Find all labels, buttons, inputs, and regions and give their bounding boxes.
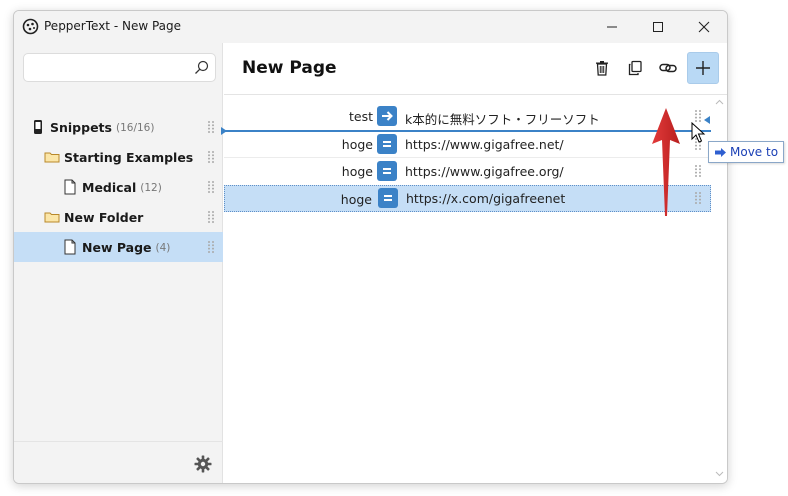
- drag-tooltip-label: Move to: [730, 145, 779, 159]
- folder-icon: [44, 209, 60, 225]
- drag-tooltip: Move to: [708, 141, 785, 163]
- minimize-button[interactable]: [589, 11, 635, 43]
- folder-icon: [44, 149, 60, 165]
- row-value[interactable]: https://x.com/gigafreenet: [406, 191, 565, 206]
- sidebar-item-count: (4): [155, 241, 171, 254]
- row-key: hoge: [341, 164, 373, 179]
- op-button[interactable]: [377, 134, 397, 154]
- sidebar-item-label: Medical: [82, 179, 137, 195]
- table-row[interactable]: test k本的に無料ソフト・フリーソフト: [224, 103, 711, 130]
- op-button[interactable]: [378, 188, 398, 208]
- op-button[interactable]: [377, 106, 397, 126]
- trash-icon: [596, 61, 608, 76]
- close-icon: [698, 21, 710, 33]
- op-button[interactable]: [377, 161, 397, 181]
- sidebar-item-snippets[interactable]: Snippets (16/16): [14, 112, 223, 142]
- sidebar-item-label: Starting Examples: [64, 149, 194, 165]
- delete-button[interactable]: [586, 52, 618, 84]
- mouse-cursor-icon: [691, 122, 706, 143]
- row-key: hoge: [341, 137, 373, 152]
- window-title: PepperText - New Page: [44, 19, 182, 33]
- equals-icon: [384, 195, 392, 201]
- row-value[interactable]: k本的に無料ソフト・フリーソフト: [405, 109, 600, 128]
- move-arrow-icon: [714, 147, 727, 158]
- table-row[interactable]: hoge https://www.gigafree.org/: [224, 158, 711, 185]
- sidebar-item-medical[interactable]: Medical (12): [14, 172, 223, 202]
- drag-handle-icon[interactable]: [207, 120, 215, 134]
- search-box[interactable]: [23, 53, 216, 82]
- page-icon: [62, 239, 78, 255]
- app-logo-icon: [22, 18, 39, 35]
- sidebar-item-starting-examples[interactable]: Starting Examples: [14, 142, 223, 172]
- drag-handle-icon[interactable]: [207, 210, 215, 224]
- row-value[interactable]: https://www.gigafree.org/: [405, 164, 564, 179]
- sidebar: Snippets (16/16) Starting Examples Medic…: [14, 43, 223, 483]
- chevron-up-icon[interactable]: [715, 99, 724, 105]
- maximize-icon: [653, 22, 663, 32]
- drag-handle-icon[interactable]: [207, 150, 215, 164]
- maximize-button[interactable]: [635, 11, 681, 43]
- annotation-arrow-up-icon: [652, 108, 680, 216]
- gear-icon[interactable]: [194, 455, 212, 473]
- drag-handle-icon[interactable]: [694, 164, 702, 178]
- sidebar-item-label: New Folder: [64, 209, 144, 225]
- drag-handle-icon[interactable]: [694, 109, 702, 123]
- sidebar-item-new-folder[interactable]: New Folder: [14, 202, 223, 232]
- row-key: test: [348, 109, 373, 124]
- minimize-icon: [607, 26, 617, 28]
- chevron-down-icon[interactable]: [715, 471, 724, 477]
- row-key: hoge: [340, 192, 372, 207]
- header-divider: [224, 94, 727, 95]
- equals-icon: [383, 141, 391, 147]
- title-bar: PepperText - New Page: [14, 11, 727, 43]
- arrow-right-icon: [382, 111, 393, 121]
- drag-handle-icon[interactable]: [207, 180, 215, 194]
- page-icon: [62, 179, 78, 195]
- equals-icon: [383, 168, 391, 174]
- link-icon: [659, 63, 677, 73]
- close-button[interactable]: [681, 11, 727, 43]
- sidebar-divider: [14, 441, 223, 442]
- link-button[interactable]: [652, 52, 684, 84]
- sidebar-item-label: New Page: [82, 239, 152, 255]
- phone-icon: [30, 119, 46, 135]
- add-button[interactable]: [687, 52, 719, 84]
- drag-handle-icon[interactable]: [694, 191, 702, 205]
- row-value[interactable]: https://www.gigafree.net/: [405, 137, 564, 152]
- sidebar-item-new-page[interactable]: New Page (4): [14, 232, 223, 262]
- table-row-selected[interactable]: hoge https://x.com/gigafreenet: [224, 185, 711, 212]
- search-input[interactable]: [30, 54, 190, 81]
- sidebar-item-label: Snippets: [50, 119, 112, 135]
- drag-handle-icon[interactable]: [207, 240, 215, 254]
- duplicate-button[interactable]: [619, 52, 651, 84]
- copy-icon: [628, 60, 642, 76]
- app-window: PepperText - New Page Snippets (16/16) S…: [13, 10, 728, 484]
- search-icon[interactable]: [194, 60, 209, 75]
- plus-icon: [696, 61, 710, 75]
- table-row[interactable]: hoge https://www.gigafree.net/: [224, 131, 711, 158]
- sidebar-item-count: (16/16): [115, 121, 155, 134]
- sidebar-item-count: (12): [140, 181, 162, 194]
- page-title: New Page: [242, 58, 337, 78]
